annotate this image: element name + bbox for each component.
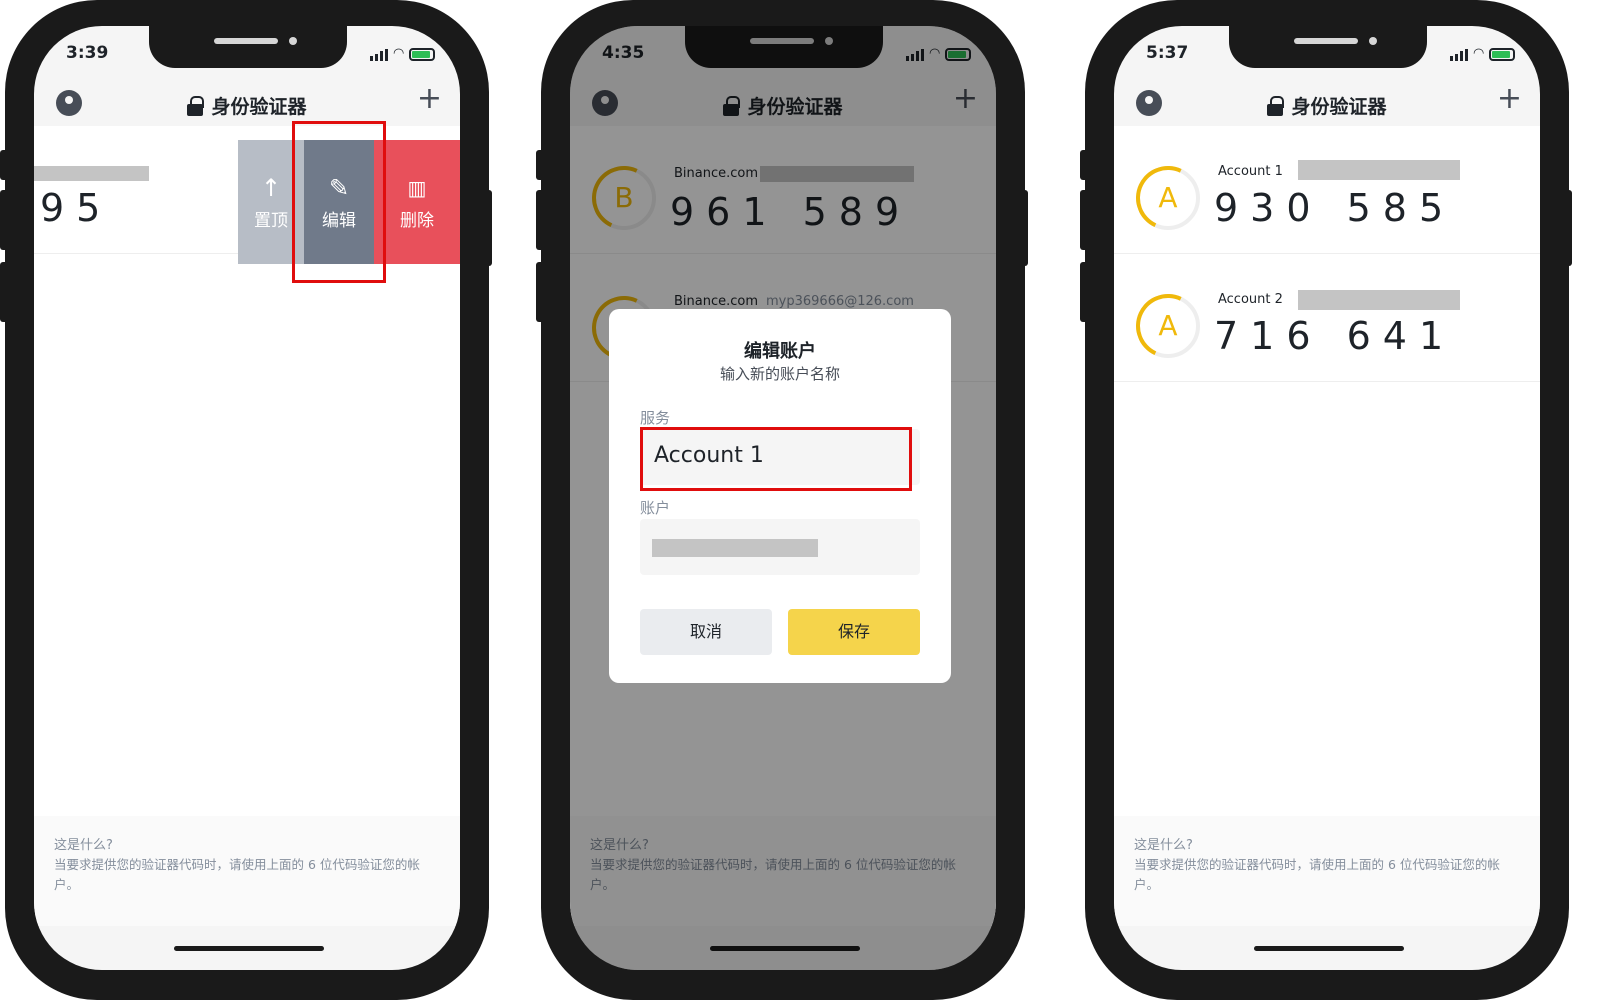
phone-3-screen: 5:37 ◠ 身份验证器 + A Account 1 930 585 A Acc…	[1114, 26, 1540, 970]
status-icons: ◠	[1450, 46, 1516, 61]
account-name: Account 2	[1218, 292, 1283, 307]
battery-icon	[409, 48, 436, 61]
signal-icon	[1450, 49, 1468, 61]
totp-code: 716 641	[1214, 314, 1456, 358]
delete-button[interactable]: ▥ 删除	[374, 140, 460, 264]
redacted-account	[1298, 160, 1460, 180]
wifi-icon: ◠	[393, 46, 405, 61]
account-input[interactable]	[640, 519, 920, 575]
app-title: 身份验证器	[34, 92, 460, 119]
help-footer: 这是什么? 当要求提供您的验证器代码时，请使用上面的 6 位代码验证您的帐户。	[34, 816, 460, 926]
add-icon[interactable]: +	[417, 84, 442, 114]
phone-3: 5:37 ◠ 身份验证器 + A Account 1 930 585 A Acc…	[1080, 0, 1574, 1000]
help-footer: 这是什么? 当要求提供您的验证器代码时，请使用上面的 6 位代码验证您的帐户。	[1114, 816, 1540, 926]
redacted-label	[34, 166, 149, 181]
account-list: A Account 1 930 585 A Account 2 716 641	[1114, 126, 1540, 816]
help-description: 当要求提供您的验证器代码时，请使用上面的 6 位代码验证您的帐户。	[54, 857, 420, 892]
wifi-icon: ◠	[1473, 46, 1485, 61]
home-indicator	[1254, 946, 1404, 951]
dialog-title: 编辑账户	[744, 341, 816, 362]
trash-icon: ▥	[407, 176, 427, 200]
partial-code: 95	[40, 186, 113, 230]
list-item[interactable]: A Account 2 716 641	[1114, 254, 1540, 382]
status-time: 5:37	[1146, 43, 1189, 63]
phone-2-screen: 4:35 ◠ 身份验证器 + B Binance.com 961 589 B B…	[570, 26, 996, 970]
status-time: 3:39	[66, 43, 109, 63]
service-field-label: 服务	[640, 409, 671, 427]
phone-2: 4:35 ◠ 身份验证器 + B Binance.com 961 589 B B…	[536, 0, 1030, 1000]
totp-code: 930 585	[1214, 186, 1456, 230]
countdown-ring: A	[1126, 284, 1210, 368]
lock-icon	[1267, 96, 1285, 116]
app-header: 身份验证器 +	[1114, 82, 1540, 130]
save-button[interactable]: 保存	[788, 609, 920, 655]
account-field-label: 账户	[640, 499, 671, 517]
highlight-box	[640, 427, 912, 491]
app-title: 身份验证器	[1114, 92, 1540, 119]
add-icon[interactable]: +	[1497, 84, 1522, 114]
redacted-account	[1298, 290, 1460, 310]
home-indicator	[174, 946, 324, 951]
highlight-box	[292, 121, 386, 283]
dialog-subtitle: 输入新的账户名称	[719, 365, 840, 383]
help-question: 这是什么?	[54, 838, 113, 853]
help-description: 当要求提供您的验证器代码时，请使用上面的 6 位代码验证您的帐户。	[1134, 857, 1500, 892]
cancel-button[interactable]: 取消	[640, 609, 772, 655]
help-question: 这是什么?	[1134, 838, 1193, 853]
countdown-ring: A	[1126, 156, 1210, 240]
edit-account-dialog: 编辑账户 输入新的账户名称 服务 Account 1 账户 取消 保存	[609, 309, 951, 683]
list-item[interactable]: A Account 1 930 585	[1114, 126, 1540, 254]
status-icons: ◠	[370, 46, 436, 61]
battery-icon	[1489, 48, 1516, 61]
signal-icon	[370, 49, 388, 61]
app-header: 身份验证器 +	[34, 82, 460, 130]
lock-icon	[187, 96, 205, 116]
redacted-account-value	[652, 539, 818, 557]
account-name: Account 1	[1218, 164, 1283, 179]
phone-1-screen: 3:39 ◠ 身份验证器 + 95 ↑ 置顶 ✎ 编辑 ▥ 删除 这是什么? 当…	[34, 26, 460, 970]
phone-1: 3:39 ◠ 身份验证器 + 95 ↑ 置顶 ✎ 编辑 ▥ 删除 这是什么? 当…	[0, 0, 494, 1000]
